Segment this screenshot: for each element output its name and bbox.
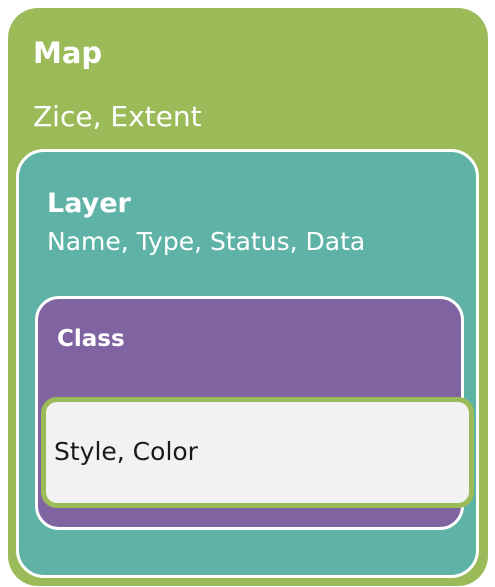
class-container: Class Style, Color (35, 296, 474, 530)
layer-properties: Name, Type, Status, Data (47, 227, 366, 256)
layer-title: Layer (47, 188, 131, 219)
style-container: Style, Color (41, 397, 474, 508)
layer-container: Layer Name, Type, Status, Data Class Sty… (16, 149, 479, 578)
map-container: Map Zice, Extent Layer Name, Type, Statu… (8, 8, 488, 586)
map-title: Map (33, 36, 103, 70)
class-title: Class (57, 326, 125, 352)
map-properties: Zice, Extent (33, 100, 202, 133)
style-properties: Style, Color (54, 437, 198, 466)
